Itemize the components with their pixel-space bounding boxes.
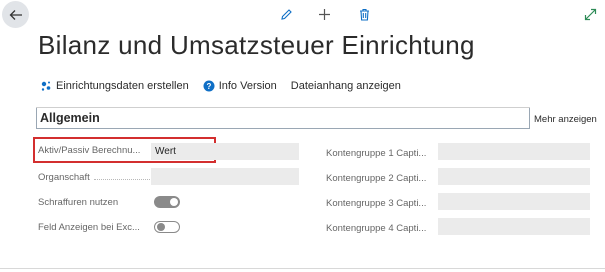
arrow-left-icon: [9, 9, 22, 20]
edit-button[interactable]: [276, 4, 296, 24]
aktiv-passiv-field[interactable]: Wert: [151, 143, 299, 160]
kontengruppe-1-field[interactable]: [438, 143, 590, 160]
svg-text:?: ?: [206, 82, 211, 91]
kontengruppe-4-field[interactable]: [438, 218, 590, 235]
field-value: Wert: [155, 146, 176, 157]
section-header[interactable]: [36, 108, 530, 129]
field-label-schraffuren: Schraffuren nutzen: [38, 197, 119, 208]
kontengruppe-2-field[interactable]: [438, 168, 590, 185]
feld-anzeigen-toggle[interactable]: [154, 221, 180, 233]
page-title: Bilanz und Umsatzsteuer Einrichtung: [38, 30, 475, 60]
kontengruppe-3-field[interactable]: [438, 193, 590, 210]
field-label-aktiv-passiv: Aktiv/Passiv Berechnu...: [38, 145, 141, 156]
action-label: Einrichtungsdaten erstellen: [56, 80, 189, 92]
trash-icon: [359, 8, 369, 21]
field-label-feld-anzeigen: Feld Anzeigen bei Exc...: [38, 222, 140, 233]
field-label-kontengruppe-3: Kontengruppe 3 Capti...: [326, 198, 427, 209]
info-version-action[interactable]: ? Info Version: [203, 80, 277, 92]
action-label: Dateianhang anzeigen: [290, 80, 401, 92]
bottom-divider: [0, 268, 605, 269]
back-button[interactable]: [2, 1, 29, 28]
pencil-icon: [280, 8, 292, 20]
field-label-kontengruppe-1: Kontengruppe 1 Capti...: [326, 148, 427, 159]
toggle-knob: [170, 198, 178, 206]
expand-icon: [584, 8, 596, 20]
new-button[interactable]: [314, 4, 334, 24]
plus-icon: [318, 8, 330, 20]
expand-button[interactable]: [581, 5, 599, 23]
field-label-kontengruppe-4: Kontengruppe 4 Capti...: [326, 223, 427, 234]
action-bar: Einrichtungsdaten erstellen ? Info Versi…: [40, 80, 415, 92]
setup-data-create-action[interactable]: Einrichtungsdaten erstellen: [40, 80, 189, 92]
toggle-knob: [157, 223, 165, 231]
section-title: Allgemein: [40, 111, 100, 125]
help-circle-icon: ?: [203, 80, 215, 92]
action-label: Info Version: [218, 80, 277, 92]
field-label-kontengruppe-2: Kontengruppe 2 Capti...: [326, 173, 427, 184]
setup-wizard-icon: [41, 81, 51, 91]
field-label-organschaft: Organschaft: [38, 172, 150, 183]
organschaft-field[interactable]: [151, 168, 299, 185]
show-attachment-action[interactable]: Dateianhang anzeigen: [291, 80, 401, 92]
show-more-link[interactable]: Mehr anzeigen: [534, 114, 597, 125]
delete-button[interactable]: [354, 4, 374, 24]
schraffuren-toggle[interactable]: [154, 196, 180, 208]
